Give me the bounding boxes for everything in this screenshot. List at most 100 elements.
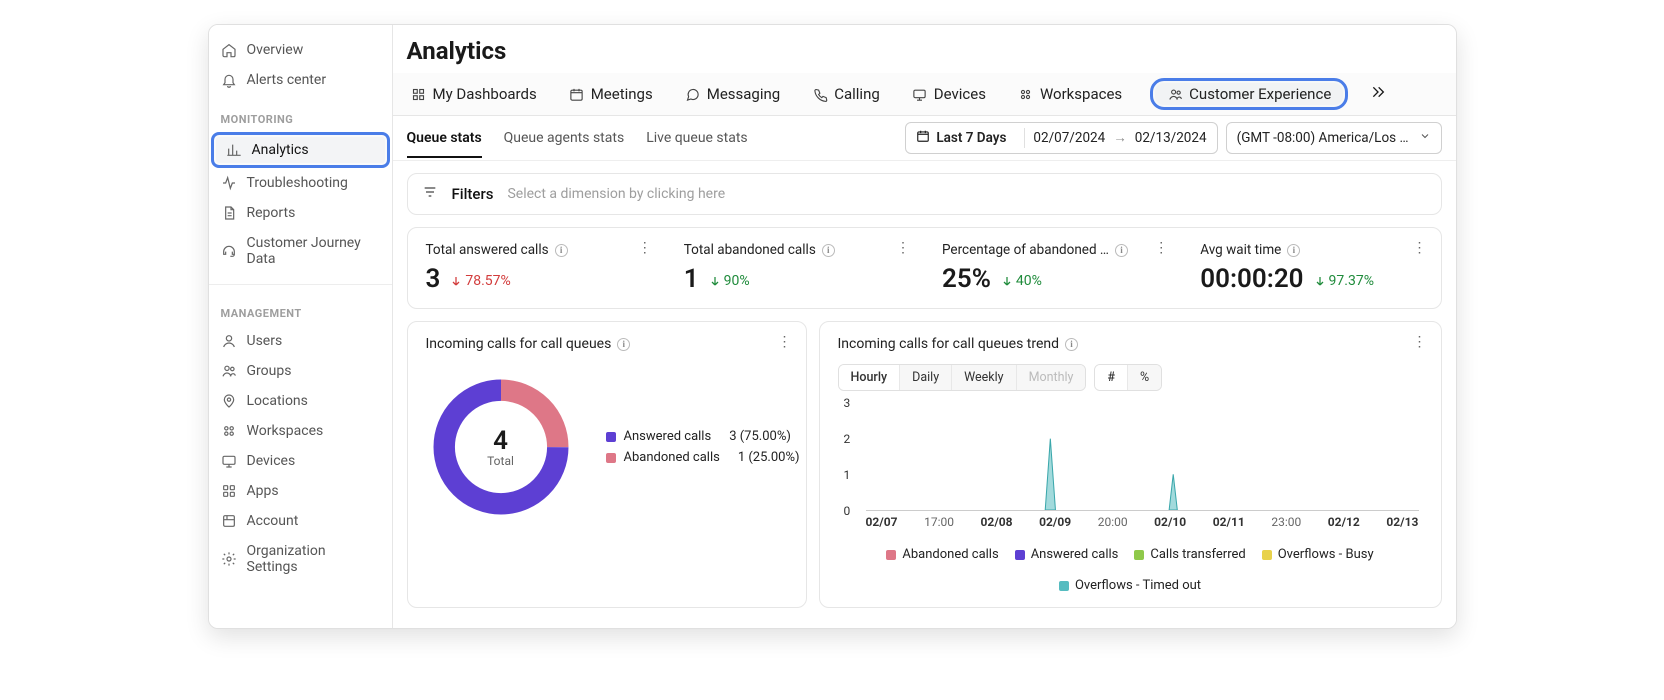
headset-icon: [221, 243, 237, 259]
swatch-teal-icon: [1059, 581, 1069, 591]
trend-legend-item: Calls transferred: [1134, 547, 1245, 562]
info-icon[interactable]: i: [1065, 338, 1078, 351]
subtab-queue-agents-stats[interactable]: Queue agents stats: [504, 118, 625, 158]
kpi-card: Avg wait time i⋮ 00:00:20 97.37%: [1182, 228, 1440, 308]
info-icon[interactable]: i: [1287, 244, 1300, 257]
account-icon: [221, 513, 237, 529]
sidebar-item-label: Apps: [247, 483, 279, 499]
x-tick: 23:00: [1271, 515, 1301, 529]
main: Analytics My DashboardsMeetingsMessaging…: [393, 25, 1456, 628]
sidebar-divider: [209, 284, 392, 285]
trend-legend: Abandoned callsAnswered callsCalls trans…: [838, 547, 1423, 593]
sidebar-item-label: Reports: [247, 205, 296, 221]
date-range-picker[interactable]: Last 7 Days 02/07/2024 → 02/13/2024: [905, 122, 1217, 154]
sidebar-item-reports[interactable]: Reports: [209, 198, 392, 228]
kpi-title: Avg wait time i: [1200, 242, 1422, 258]
sidebar-item-devices[interactable]: Devices: [209, 446, 392, 476]
info-icon[interactable]: i: [1115, 244, 1128, 257]
value-seg-count[interactable]: #: [1095, 365, 1127, 390]
sidebar-item-analytics[interactable]: Analytics: [211, 132, 390, 168]
sidebar-item-label: Locations: [247, 393, 308, 409]
tab-meetings[interactable]: Meetings: [565, 73, 657, 115]
filter-icon: [422, 184, 438, 204]
tab-label: Workspaces: [1040, 85, 1122, 103]
info-icon[interactable]: i: [555, 244, 568, 257]
tab-workspaces[interactable]: Workspaces: [1014, 73, 1126, 115]
date-end: 02/13/2024: [1135, 130, 1207, 146]
card-title-trend: Incoming calls for call queues trend i: [838, 336, 1423, 352]
time-seg-daily[interactable]: Daily: [899, 365, 951, 390]
chevron-down-icon: [1419, 130, 1431, 146]
apps-icon: [221, 483, 237, 499]
chart-row: Incoming calls for call queues i ⋮ 4: [407, 321, 1442, 608]
kpi-menu-icon[interactable]: ⋮: [896, 240, 910, 256]
info-icon[interactable]: i: [822, 244, 835, 257]
sidebar-item-label: Alerts center: [247, 72, 327, 88]
swatch-purple-icon: [606, 432, 616, 442]
grid-icon: [411, 86, 427, 102]
tab-customer-experience[interactable]: Customer Experience: [1150, 78, 1348, 110]
filter-bar[interactable]: Filters Select a dimension by clicking h…: [407, 173, 1442, 215]
sidebar-item-users[interactable]: Users: [209, 326, 392, 356]
sidebar-item-troubleshooting[interactable]: Troubleshooting: [209, 168, 392, 198]
user-icon: [221, 333, 237, 349]
x-tick: 02/08: [981, 515, 1013, 529]
donut-legend: Answered calls3 (75.00%)Abandoned calls1…: [606, 423, 800, 471]
trend-legend-item: Overflows - Busy: [1262, 547, 1374, 562]
sidebar-item-groups[interactable]: Groups: [209, 356, 392, 386]
time-granularity-group: HourlyDailyWeeklyMonthly: [838, 364, 1087, 391]
tab-messaging[interactable]: Messaging: [681, 73, 784, 115]
kpi-menu-icon[interactable]: ⋮: [1413, 240, 1427, 256]
gear-icon: [221, 551, 237, 567]
legend-value: 1 (25.00%): [738, 450, 800, 465]
phone-icon: [812, 86, 828, 102]
tab-devices[interactable]: Devices: [908, 73, 990, 115]
swatch-purple-icon: [1015, 550, 1025, 560]
kpi-delta: 90%: [709, 273, 750, 289]
sidebar-item-label: Customer Journey Data: [247, 235, 380, 267]
card-menu-icon[interactable]: ⋮: [778, 334, 792, 350]
workspace-icon: [221, 423, 237, 439]
swatch-yellow-icon: [1262, 550, 1272, 560]
y-tick: 0: [844, 504, 851, 518]
sidebar-item-apps[interactable]: Apps: [209, 476, 392, 506]
y-tick: 2: [844, 432, 851, 446]
sidebar: OverviewAlerts center MONITORING Analyti…: [209, 25, 393, 628]
card-menu-icon[interactable]: ⋮: [1413, 334, 1427, 350]
sidebar-item-overview[interactable]: Overview: [209, 35, 392, 65]
sidebar-item-label: Groups: [247, 363, 292, 379]
legend-label: Answered calls: [624, 429, 712, 444]
sidebar-item-customer-journey-data[interactable]: Customer Journey Data: [209, 228, 392, 274]
timezone-picker[interactable]: (GMT -08:00) America/Los …: [1226, 122, 1442, 154]
sidebar-item-account[interactable]: Account: [209, 506, 392, 536]
users-icon: [1167, 86, 1183, 102]
value-seg-percent[interactable]: %: [1127, 365, 1161, 390]
info-icon[interactable]: i: [617, 338, 630, 351]
sidebar-item-organization-settings[interactable]: Organization Settings: [209, 536, 392, 582]
tab-label: My Dashboards: [433, 85, 537, 103]
tabs-overflow-icon[interactable]: [1366, 80, 1390, 108]
sidebar-item-workspaces[interactable]: Workspaces: [209, 416, 392, 446]
subtab-queue-stats[interactable]: Queue stats: [407, 118, 482, 158]
tab-label: Meetings: [591, 85, 653, 103]
doc-icon: [221, 205, 237, 221]
time-seg-monthly: Monthly: [1016, 365, 1086, 390]
kpi-title: Percentage of abandoned … i: [942, 242, 1164, 258]
kpi-delta: 97.37%: [1314, 273, 1374, 289]
sidebar-item-alerts-center[interactable]: Alerts center: [209, 65, 392, 95]
x-tick: 20:00: [1098, 515, 1128, 529]
kpi-value: 00:00:20: [1200, 264, 1303, 294]
bell-icon: [221, 72, 237, 88]
tab-calling[interactable]: Calling: [808, 73, 884, 115]
kpi-menu-icon[interactable]: ⋮: [638, 240, 652, 256]
kpi-card: Total answered calls i⋮378.57%: [408, 228, 666, 308]
sidebar-item-locations[interactable]: Locations: [209, 386, 392, 416]
subtab-live-queue-stats[interactable]: Live queue stats: [646, 118, 747, 158]
device-icon: [221, 453, 237, 469]
kpi-menu-icon[interactable]: ⋮: [1154, 240, 1168, 256]
tab-my-dashboards[interactable]: My Dashboards: [407, 73, 541, 115]
device-icon: [912, 86, 928, 102]
time-seg-hourly[interactable]: Hourly: [839, 365, 900, 390]
home-icon: [221, 42, 237, 58]
time-seg-weekly[interactable]: Weekly: [951, 365, 1015, 390]
